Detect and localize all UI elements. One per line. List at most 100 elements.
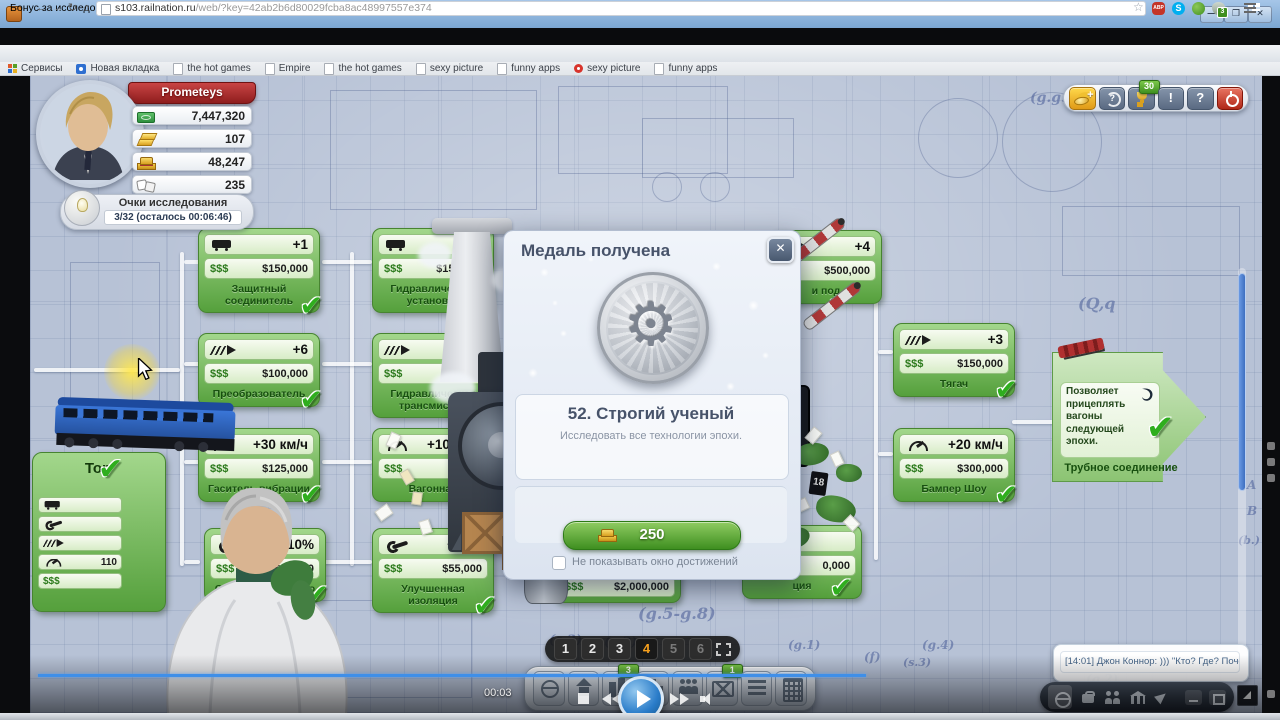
- wagon-icon: [210, 238, 244, 252]
- bookmark-item[interactable]: funny apps: [497, 62, 560, 75]
- resource-dice: 235: [132, 175, 252, 194]
- side-mini-icon: [1267, 474, 1275, 482]
- buy-gold-button[interactable]: [1069, 85, 1096, 110]
- acceleration-icon: [43, 537, 70, 548]
- achievements-button[interactable]: 30: [1128, 79, 1160, 110]
- green-extension-icon[interactable]: [1192, 2, 1205, 15]
- tree-connector: [878, 350, 893, 354]
- bookmark-item[interactable]: Сервисы: [8, 63, 62, 74]
- tech-bonus: +30 км/ч: [253, 437, 308, 452]
- close-icon[interactable]: ✕: [767, 237, 794, 263]
- gear-icon: ⚙: [624, 290, 678, 360]
- refresh-button[interactable]: ↻: [68, 1, 77, 16]
- price-prefix: $$$: [384, 367, 403, 380]
- video-forward-icon[interactable]: [680, 693, 689, 705]
- expand-tree-icon[interactable]: [716, 642, 731, 656]
- bookmark-item[interactable]: sexy picture: [574, 63, 640, 74]
- tech-card-preobrazovatel[interactable]: +6 $$$ $100,000 Преобразователь: [198, 333, 320, 407]
- logout-button[interactable]: [1216, 86, 1243, 110]
- coupling-hook-icon: [1142, 388, 1153, 401]
- tree-connector: [1012, 420, 1056, 424]
- price-prefix: $$$: [384, 262, 403, 275]
- bookmark-item[interactable]: sexy picture: [415, 62, 483, 75]
- tech-price: $150,000: [957, 357, 1003, 370]
- blueprint-sketch: [700, 172, 730, 202]
- bookmark-item[interactable]: the hot games: [173, 62, 251, 75]
- achievements-badge: 30: [1138, 79, 1160, 94]
- sparkle: [712, 262, 721, 271]
- tree-connector: [322, 260, 372, 264]
- blueprint-sketch: [1062, 206, 1240, 276]
- mouse-cursor: [137, 358, 153, 380]
- video-rewind-icon[interactable]: [602, 693, 611, 705]
- url-input[interactable]: s103.railnation.ru/web/?key=42ab2b6d8002…: [96, 1, 1146, 16]
- video-timestamp: 00:03: [484, 687, 512, 699]
- blueprint-sketch: [652, 172, 682, 202]
- acceleration-icon: [384, 343, 418, 357]
- browser-tab-strip: [0, 28, 1280, 45]
- forward-button[interactable]: →: [52, 1, 63, 16]
- top-row-wagon: [38, 497, 122, 513]
- tech-card-tyagach[interactable]: +3 $$$ $150,000 Тягач: [893, 323, 1015, 397]
- bookmark-item[interactable]: funny apps: [654, 62, 717, 75]
- gold-value: 107: [224, 131, 245, 146]
- tech-bonus: +6: [292, 342, 308, 357]
- sparkle: [540, 268, 549, 277]
- claim-reward-button[interactable]: 250: [563, 521, 741, 550]
- bookmark-star-icon[interactable]: ☆: [1133, 0, 1144, 15]
- page-icon: [173, 62, 184, 75]
- help-button[interactable]: ?: [1187, 86, 1214, 110]
- gold-icon: [136, 132, 156, 146]
- resource-gold: 107: [132, 129, 252, 148]
- smoke-puff: [418, 242, 452, 268]
- page-icon: [415, 62, 426, 75]
- page-icon: [497, 62, 508, 75]
- video-forward-icon[interactable]: [670, 693, 679, 705]
- tech-price: $100,000: [262, 367, 308, 380]
- adblock-extension-icon[interactable]: ABP: [1152, 2, 1165, 15]
- bookmark-item[interactable]: the hot games: [324, 62, 402, 75]
- support-button[interactable]: [1098, 86, 1125, 110]
- browser-menu-icon[interactable]: [1244, 3, 1256, 13]
- video-stop-button[interactable]: [578, 693, 589, 704]
- page-icon: [654, 62, 665, 75]
- dont-show-checkbox[interactable]: [552, 556, 566, 570]
- money-value: 7,447,320: [191, 108, 245, 123]
- bookmark-item[interactable]: Новая вкладка: [76, 63, 159, 74]
- wagon-icon: [43, 499, 70, 510]
- side-mini-icon: [1267, 442, 1275, 450]
- tech-bonus: +20 км/ч: [948, 437, 1003, 452]
- side-mini-icon: [1267, 690, 1275, 698]
- notifications-button[interactable]: !: [1157, 86, 1184, 110]
- resource-money: 7,447,320: [132, 106, 252, 125]
- tech-card-zashchitny-soedinitel[interactable]: +1 $$$ $150,000 Защитный соединитель: [198, 228, 320, 314]
- sparkle: [552, 300, 558, 306]
- side-mini-icon: [1267, 458, 1275, 466]
- scrollbar-thumb[interactable]: [1238, 273, 1246, 491]
- bookmark-item[interactable]: Empire: [264, 62, 310, 75]
- tech-price: $500,000: [824, 264, 870, 277]
- video-letterbox-left: [0, 76, 30, 713]
- home-button[interactable]: ⌂: [83, 1, 90, 16]
- tech-price: $150,000: [262, 262, 308, 275]
- red-pin-icon: [574, 64, 584, 73]
- player-name-banner: Prometeys: [128, 82, 256, 104]
- speedometer-icon: [43, 556, 70, 567]
- researched-check-icon: [995, 373, 1018, 406]
- video-progress-bar[interactable]: [38, 674, 866, 677]
- dont-show-label: Не показывать окно достижений: [572, 556, 738, 568]
- top-row-money: $$$: [38, 573, 122, 589]
- avatar[interactable]: [36, 80, 144, 188]
- back-button[interactable]: ←: [36, 1, 47, 16]
- money-icon: [136, 109, 156, 123]
- blueprint-annotation: (Q,q: [1078, 294, 1116, 313]
- page-icon: [264, 62, 275, 75]
- url-domain: s103.railnation.ru: [115, 2, 196, 14]
- hud-button-bar: 30 ! ?: [1063, 79, 1249, 112]
- shield-extension-icon[interactable]: 3: [1212, 2, 1228, 18]
- skype-extension-icon[interactable]: S: [1172, 2, 1185, 15]
- volume-icon[interactable]: [700, 693, 714, 705]
- price-prefix: $$$: [905, 357, 924, 370]
- researched-check-icon: [300, 289, 323, 322]
- prestige-value: 48,247: [208, 154, 245, 169]
